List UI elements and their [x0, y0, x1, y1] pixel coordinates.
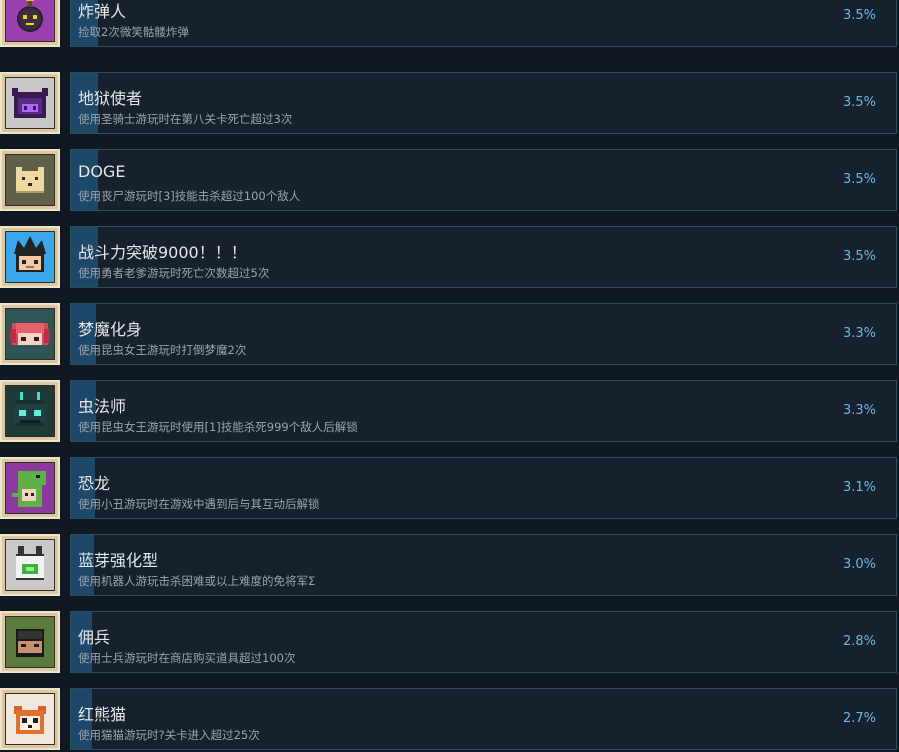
achievement-title: 梦魔化身 [78, 320, 143, 339]
unlock-percentage: 3.1% [842, 480, 876, 495]
achievement-title: 炸弹人 [78, 2, 127, 21]
purple-demon-icon [0, 72, 60, 134]
achievement-panel: 战斗力突破9000！！！ 使用勇者老爹游玩时死亡次数超过5次 3.5% [70, 226, 897, 288]
bug-mage-icon [0, 380, 60, 442]
achievement-description: 使用士兵游玩时在商店购买道具超过100次 [78, 651, 296, 665]
achievement-description: 使用猫猫游玩时?关卡进入超过25次 [78, 728, 260, 742]
red-hair-girl-icon [0, 303, 60, 365]
achievement-description: 使用丧尸游玩时[3]技能击杀超过100个敌人 [78, 189, 301, 203]
achievement-title: 红熊猫 [78, 705, 127, 724]
achievement-description: 使用圣骑士游玩时在第八关卡死亡超过3次 [78, 112, 293, 126]
achievement-panel: 蓝芽强化型使用机器人游玩击杀困难或以上难度的免将军Σ 3.0% [70, 534, 897, 596]
achievement-title: 佣兵 [78, 628, 111, 647]
unlock-percentage: 2.7% [842, 711, 876, 726]
achievement-row: 虫法师使用昆虫女王游玩时使用[1]技能杀死999个敌人后解锁 3.3% [0, 380, 899, 444]
spiky-hair-hero-icon [0, 226, 60, 288]
achievement-row: 炸弹人捡取2次微笑骷髅炸弹 3.5% [0, 0, 899, 49]
achievement-title: DOGE [78, 162, 126, 181]
unlock-percentage: 3.3% [842, 403, 876, 418]
achievement-description: 使用昆虫女王游玩时使用[1]技能杀死999个敌人后解锁 [78, 420, 358, 434]
achievement-row: 恐龙使用小丑游玩时在游戏中遇到后与其互动后解锁 3.1% [0, 457, 899, 521]
achievement-description: 捡取2次微笑骷髅炸弹 [78, 25, 189, 39]
achievement-title: 虫法师 [78, 397, 127, 416]
unlock-percentage: 2.8% [842, 634, 876, 649]
unlock-percentage: 3.0% [842, 557, 876, 572]
achievement-description: 使用小丑游玩时在游戏中遇到后与其互动后解锁 [78, 497, 320, 511]
achievement-panel: 红熊猫使用猫猫游玩时?关卡进入超过25次 2.7% [70, 688, 897, 750]
unlock-percentage: 3.5% [842, 8, 876, 23]
achievement-panel: DOGE 使用丧尸游玩时[3]技能击杀超过100个敌人 3.5% [70, 149, 897, 211]
achievement-panel: 佣兵使用士兵游玩时在商店购买道具超过100次 2.8% [70, 611, 897, 673]
unlock-percentage: 3.5% [842, 95, 876, 110]
achievement-panel: 地狱使者使用圣骑士游玩时在第八关卡死亡超过3次 3.5% [70, 72, 897, 134]
achievement-panel: 恐龙使用小丑游玩时在游戏中遇到后与其互动后解锁 3.1% [70, 457, 897, 519]
achievement-panel: 炸弹人捡取2次微笑骷髅炸弹 3.5% [70, 0, 897, 47]
achievement-title: 地狱使者 [78, 89, 143, 108]
achievement-description: 使用昆虫女王游玩时打倒梦魔2次 [78, 343, 247, 357]
achievement-row: 战斗力突破9000！！！ 使用勇者老爹游玩时死亡次数超过5次 3.5% [0, 226, 899, 290]
achievement-row: 佣兵使用士兵游玩时在商店购买道具超过100次 2.8% [0, 611, 899, 675]
bomb-character-icon [0, 0, 60, 47]
achievement-list: 炸弹人捡取2次微笑骷髅炸弹 3.5% 地狱使者使用圣骑士游玩时在第八关卡死亡超过3… [0, 0, 899, 751]
achievement-row: 红熊猫使用猫猫游玩时?关卡进入超过25次 2.7% [0, 688, 899, 752]
achievement-panel: 梦魔化身使用昆虫女王游玩时打倒梦魔2次 3.3% [70, 303, 897, 365]
achievement-row: 蓝芽强化型使用机器人游玩击杀困难或以上难度的免将军Σ 3.0% [0, 534, 899, 598]
achievement-row: 梦魔化身使用昆虫女王游玩时打倒梦魔2次 3.3% [0, 303, 899, 367]
achievement-description: 使用机器人游玩击杀困难或以上难度的免将军Σ [78, 574, 316, 588]
achievement-title: 恐龙 [78, 474, 111, 493]
doge-icon [0, 149, 60, 211]
achievement-row: 地狱使者使用圣骑士游玩时在第八关卡死亡超过3次 3.5% [0, 72, 899, 136]
achievement-title: 战斗力突破9000！！！ [78, 243, 247, 262]
unlock-percentage: 3.3% [842, 326, 876, 341]
robot-icon [0, 534, 60, 596]
achievement-row: DOGE 使用丧尸游玩时[3]技能击杀超过100个敌人 3.5% [0, 149, 899, 213]
achievement-description: 使用勇者老爹游玩时死亡次数超过5次 [78, 266, 270, 280]
dinosaur-costume-icon [0, 457, 60, 519]
mercenary-icon [0, 611, 60, 673]
unlock-percentage: 3.5% [842, 172, 876, 187]
achievement-panel: 虫法师使用昆虫女王游玩时使用[1]技能杀死999个敌人后解锁 3.3% [70, 380, 897, 442]
red-panda-icon [0, 688, 60, 750]
unlock-percentage: 3.5% [842, 249, 876, 264]
achievement-title: 蓝芽强化型 [78, 551, 159, 570]
